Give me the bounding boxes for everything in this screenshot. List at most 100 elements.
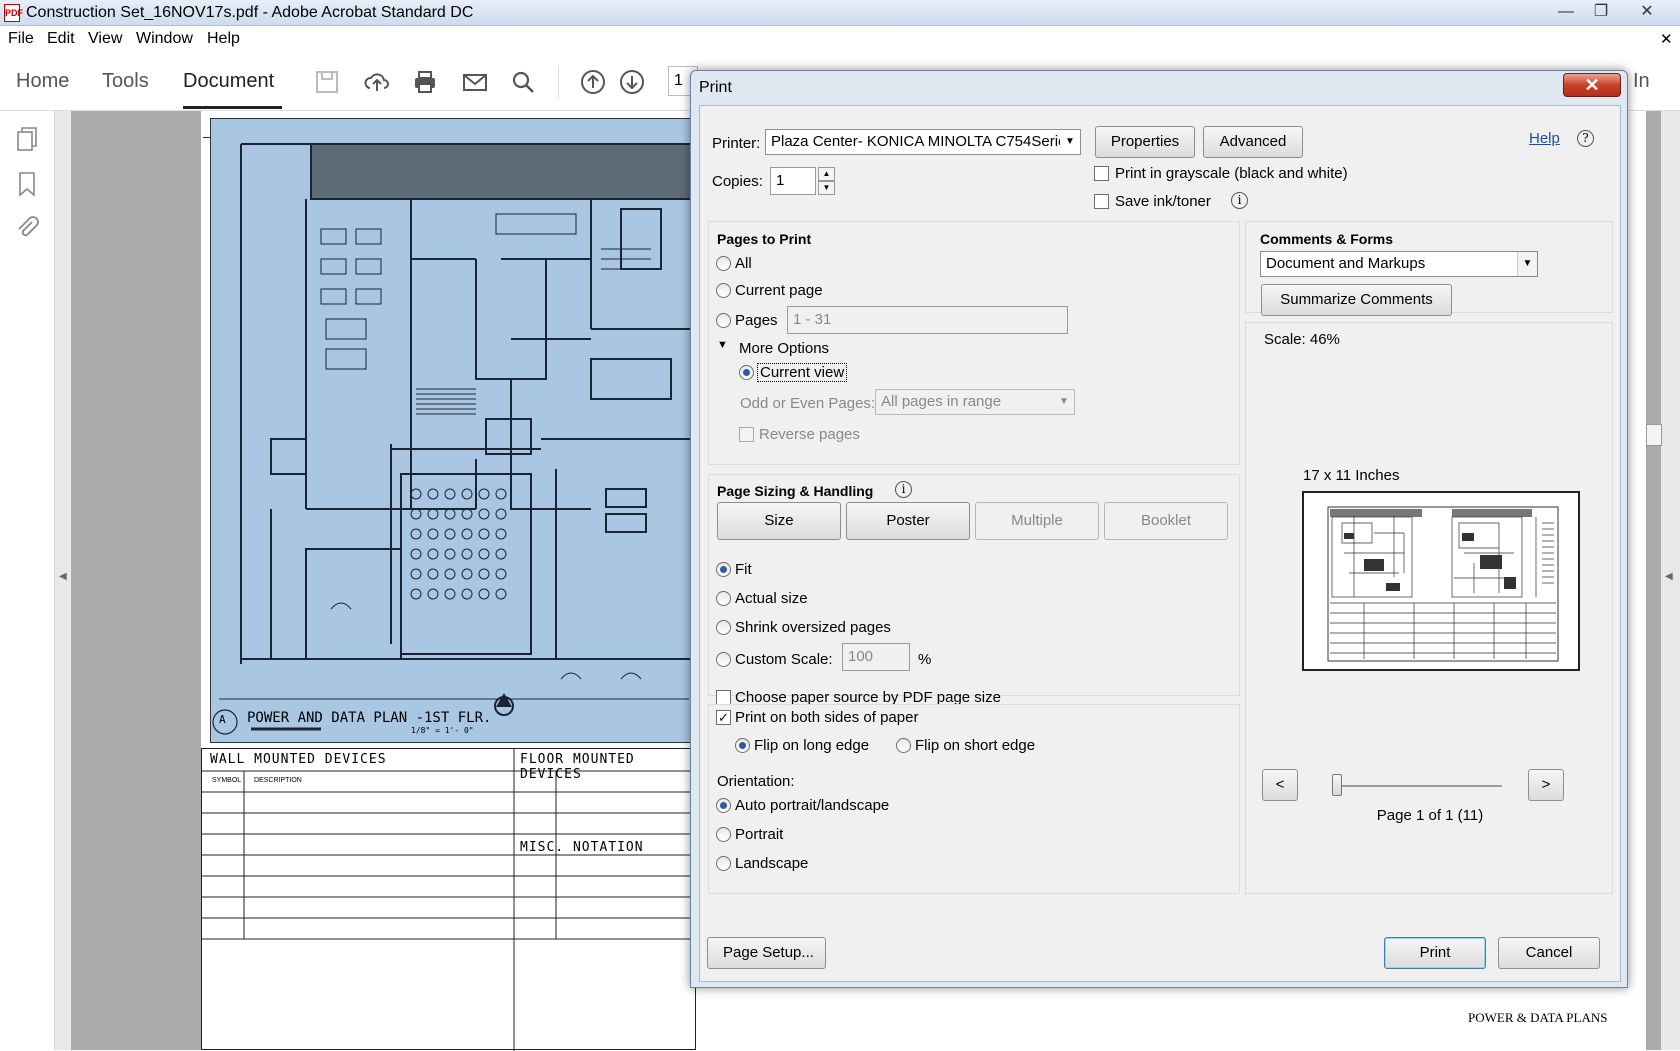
auto-orientation-radio[interactable] [716,798,731,813]
current-view-radio[interactable] [739,365,754,380]
printer-select[interactable]: Plaza Center- KONICA MINOLTA C754Series … [765,129,1081,155]
search-icon[interactable] [508,67,538,97]
navigation-pane [0,111,55,1050]
fit-label: Fit [735,561,752,578]
odd-even-select[interactable]: All pages in range ▼ [875,389,1075,415]
help-link[interactable]: Help [1529,130,1560,147]
legend-table-grid [202,749,697,1051]
reverse-pages-label: Reverse pages [759,426,860,443]
expand-right-arrow-icon[interactable]: ◀ [1665,571,1673,582]
preview-page-info: Page 1 of 1 (11) [1376,807,1484,824]
tab-tools[interactable]: Tools [102,70,149,93]
expand-triangle-icon[interactable]: ▼ [717,339,728,351]
landscape-radio[interactable] [716,856,731,871]
plan-scale: 1/8" = 1'- 0" [411,726,474,735]
paper-source-checkbox[interactable] [716,690,731,705]
collapse-left-arrow-icon[interactable]: ◀ [59,571,67,582]
print-button[interactable]: Print [1384,937,1486,969]
window-title: Construction Set_16NOV17s.pdf - Adobe Ac… [26,4,474,21]
preview-page-slider-track[interactable] [1332,785,1502,787]
summarize-comments-button[interactable]: Summarize Comments [1261,284,1452,316]
copies-up-arrow-icon[interactable]: ▲ [818,167,835,181]
menu-window[interactable]: Window [136,30,193,48]
print-icon[interactable] [410,67,440,97]
multiple-button[interactable]: Multiple [975,502,1099,540]
page-sizing-heading: Page Sizing & Handling [717,483,874,499]
advanced-button[interactable]: Advanced [1203,126,1303,158]
current-page-label: Current page [735,282,823,299]
plan-marker: A [219,713,226,726]
attachments-icon[interactable] [14,214,40,240]
copies-input[interactable]: 1 [770,167,816,195]
tab-document[interactable]: Document [183,70,274,93]
next-page-icon[interactable] [617,67,647,97]
menu-view[interactable]: View [88,30,122,48]
actual-size-radio[interactable] [716,591,731,606]
right-pane-strip[interactable]: ◀ [1661,111,1680,1050]
chevron-down-icon: ▼ [1517,252,1537,276]
grayscale-checkbox[interactable] [1094,166,1109,181]
maximize-button[interactable]: ❐ [1588,2,1614,22]
fit-radio[interactable] [716,562,731,577]
comments-forms-heading: Comments & Forms [1260,231,1394,247]
flip-short-edge-radio[interactable] [896,738,911,753]
size-button[interactable]: Size [717,502,841,540]
portrait-radio[interactable] [716,827,731,842]
copies-down-arrow-icon[interactable]: ▼ [818,181,835,195]
both-sides-checkbox[interactable]: ✓ [716,710,731,725]
device-legend-table: WALL MOUNTED DEVICES FLOOR MOUNTED DEVIC… [201,748,697,1051]
menu-edit[interactable]: Edit [47,30,75,48]
page-sizing-info-icon[interactable]: i [895,481,912,498]
shrink-oversized-radio[interactable] [716,620,731,635]
save-icon[interactable] [312,67,342,97]
save-ink-info-icon[interactable]: i [1231,192,1248,209]
menu-help[interactable]: Help [207,30,240,48]
preview-next-button[interactable]: > [1528,769,1564,801]
save-ink-label: Save ink/toner [1115,193,1211,210]
pages-range-radio[interactable] [716,313,731,328]
comments-forms-value: Document and Markups [1266,255,1426,272]
preview-page-slider-thumb[interactable] [1332,774,1342,796]
pages-to-print-panel: Pages to Print All Current page Pages 1 … [708,221,1240,465]
previous-page-icon[interactable] [578,67,608,97]
preview-page-image [1327,506,1559,662]
custom-scale-radio[interactable] [716,652,731,667]
chevron-down-icon: ▼ [1060,130,1080,154]
dialog-title: Print [699,79,732,96]
upload-cloud-icon[interactable] [362,67,392,97]
window-titlebar: PDF Construction Set_16NOV17s.pdf - Adob… [0,0,1680,26]
page-preview-thumbnail [1302,491,1580,671]
bookmarks-icon[interactable] [14,171,40,197]
help-circle-icon[interactable]: ? [1577,130,1594,147]
tab-home[interactable]: Home [16,70,69,93]
percent-symbol: % [918,651,932,668]
dialog-close-button[interactable]: ✕ [1563,73,1621,97]
vertical-scroll-thumb[interactable] [1646,424,1662,446]
close-window-button[interactable]: ✕ [1634,2,1660,22]
flip-long-edge-radio[interactable] [735,738,750,753]
booklet-button[interactable]: Booklet [1104,502,1228,540]
all-pages-radio[interactable] [716,256,731,271]
cancel-button[interactable]: Cancel [1498,937,1600,969]
poster-button[interactable]: Poster [846,502,970,540]
pages-range-input[interactable]: 1 - 31 [787,306,1068,334]
properties-button[interactable]: Properties [1095,126,1195,158]
save-ink-checkbox[interactable] [1094,194,1109,209]
misc-notation-heading: MISC. NOTATION [520,840,644,855]
more-options-label[interactable]: More Options [739,340,829,357]
minimize-button[interactable]: — [1553,2,1579,22]
preview-previous-button[interactable]: < [1262,769,1298,801]
close-document-icon[interactable]: ✕ [1660,30,1673,48]
current-page-radio[interactable] [716,283,731,298]
zoom-in-label[interactable]: In [1633,70,1650,93]
reverse-pages-checkbox[interactable] [739,427,754,442]
custom-scale-input[interactable]: 100 [842,643,910,671]
current-view-label: Current view [757,363,848,382]
left-pane-collapse-strip[interactable]: ◀ [55,111,71,1050]
menu-file[interactable]: File [8,30,34,48]
email-icon[interactable] [460,67,490,97]
preview-scale: Scale: 46% [1264,331,1340,348]
page-thumbnails-icon[interactable] [14,126,40,152]
comments-forms-select[interactable]: Document and Markups ▼ [1260,251,1538,277]
page-setup-button[interactable]: Page Setup... [707,937,826,969]
